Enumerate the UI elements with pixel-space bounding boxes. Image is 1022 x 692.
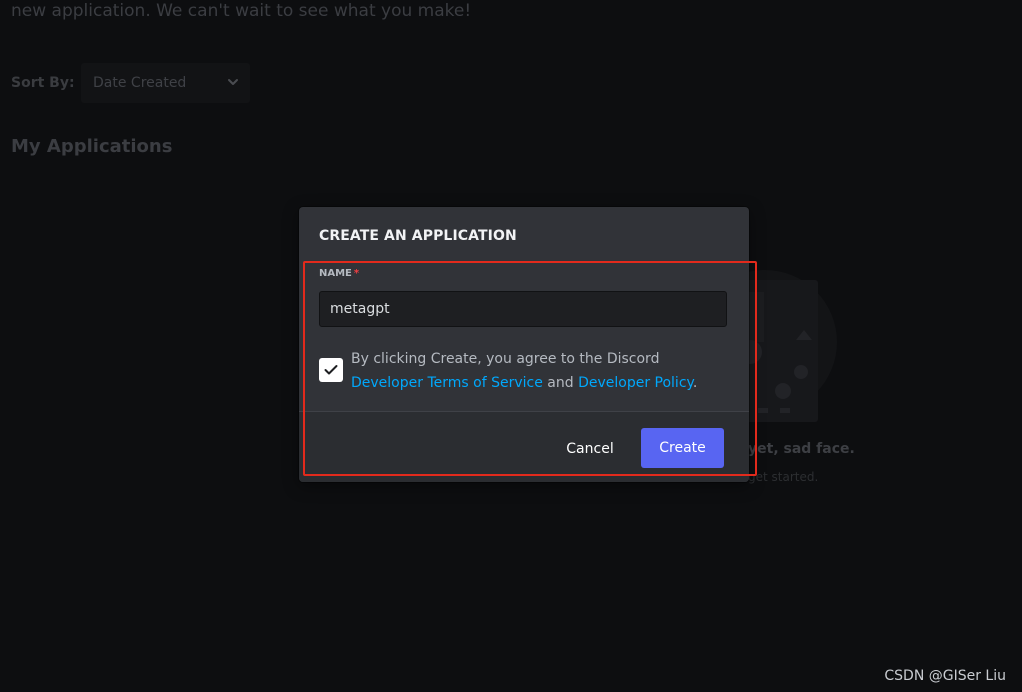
watermark: CSDN @GISer Liu [884, 668, 1006, 684]
create-application-modal: CREATE AN APPLICATION NAME* By clicking … [299, 207, 749, 482]
name-label-text: NAME [319, 268, 352, 279]
cancel-button[interactable]: Cancel [555, 430, 625, 468]
modal-title: CREATE AN APPLICATION [319, 228, 517, 244]
sort-by-dropdown[interactable]: Date Created [81, 63, 250, 103]
tos-checkbox[interactable] [319, 358, 343, 382]
tos-middle: and [542, 375, 579, 391]
intro-text: new application. We can't wait to see wh… [11, 1, 472, 21]
chevron-down-icon [228, 79, 238, 85]
create-button[interactable]: Create [641, 428, 724, 468]
tos-prefix: By clicking Create, you agree to the Dis… [351, 351, 660, 367]
sort-by-label: Sort By: [11, 75, 75, 91]
my-applications-title: My Applications [11, 136, 173, 157]
required-marker: * [353, 268, 360, 279]
modal-footer: Cancel Create [299, 411, 749, 482]
checkmark-icon [324, 365, 338, 375]
tos-agreement-text: By clicking Create, you agree to the Dis… [351, 347, 735, 395]
sort-by-value: Date Created [93, 75, 187, 91]
empty-state-title: yet, sad face. [748, 441, 855, 457]
name-field-label: NAME * [319, 268, 359, 279]
application-name-input[interactable] [319, 291, 727, 327]
empty-state-subtitle: get started. [748, 470, 819, 484]
developer-policy-link[interactable]: Developer Policy [578, 375, 693, 391]
tos-suffix: . [692, 375, 698, 391]
developer-terms-link[interactable]: Developer Terms of Service [351, 375, 543, 391]
